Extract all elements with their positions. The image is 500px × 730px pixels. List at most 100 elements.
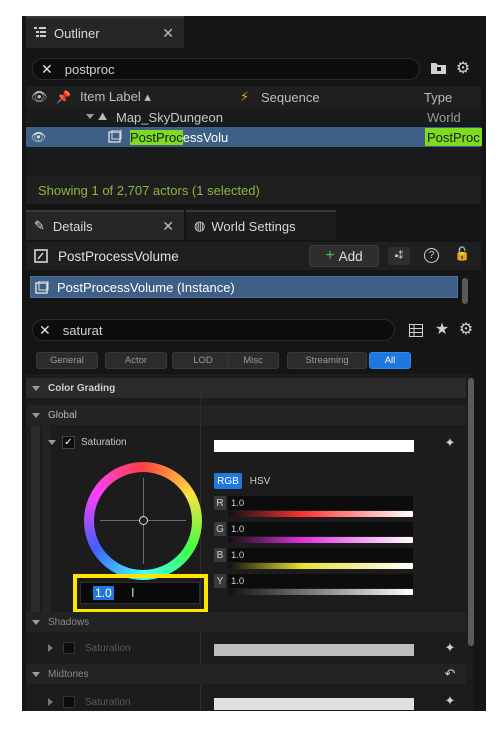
- collapse-arrow-icon[interactable]: [32, 671, 40, 677]
- tree-row-postprocess[interactable]: 👁 PostProcessVolu PostProc: [26, 127, 482, 147]
- sequence-icon: ⚡: [240, 89, 250, 104]
- component-label: PostProcessVolume (Instance): [57, 279, 235, 295]
- filter-lod[interactable]: LOD: [172, 352, 234, 369]
- gear-icon[interactable]: ⚙: [457, 319, 475, 339]
- plus-icon: +: [325, 247, 335, 264]
- status-text: Showing 1 of 2,707 actors (1 selected): [38, 182, 260, 198]
- add-button[interactable]: + Add: [309, 245, 379, 267]
- table-view-icon[interactable]: [408, 322, 424, 338]
- outliner-search-field[interactable]: ✕ postproc: [32, 58, 420, 80]
- property-label: Saturation: [81, 436, 127, 448]
- lock-icon[interactable]: 🔓: [454, 246, 470, 262]
- actor-name: PostProcessVolume: [58, 248, 179, 264]
- visibility-icon[interactable]: 👁: [31, 130, 46, 144]
- collapse-arrow-icon[interactable]: [32, 619, 40, 625]
- globe-icon: ◍: [194, 218, 206, 233]
- keyframe-icon[interactable]: ✦: [442, 640, 458, 656]
- tree-row-world[interactable]: ⛰ Map_SkyDungeon World: [26, 108, 481, 126]
- keyframe-icon[interactable]: ✦: [442, 435, 458, 451]
- channel-r-bar[interactable]: [228, 511, 413, 517]
- channel-r-label: R: [214, 496, 226, 510]
- saturation-color-swatch[interactable]: [214, 440, 414, 452]
- close-icon[interactable]: ✕: [162, 218, 174, 235]
- midtones-saturation-swatch[interactable]: [214, 698, 414, 710]
- channel-r-value[interactable]: 1.0: [228, 496, 413, 510]
- section-color-grading[interactable]: Color Grading: [26, 378, 466, 398]
- gear-icon[interactable]: ⚙: [454, 59, 472, 77]
- expand-arrow-icon[interactable]: [48, 698, 53, 706]
- mode-hsv-button[interactable]: HSV: [246, 473, 274, 489]
- override-checkbox[interactable]: [63, 642, 75, 654]
- filter-general[interactable]: General: [36, 352, 98, 369]
- expand-arrow-icon[interactable]: [86, 114, 94, 119]
- collapse-arrow-icon[interactable]: [32, 385, 40, 391]
- value-input[interactable]: 1.0 I: [80, 582, 200, 604]
- map-icon: ⛰: [98, 110, 108, 123]
- visibility-icon[interactable]: 👁: [31, 89, 48, 105]
- channel-y-value[interactable]: 1.0: [228, 574, 413, 588]
- column-type[interactable]: Type: [424, 90, 452, 105]
- volume-icon: [35, 280, 49, 297]
- details-scrollbar[interactable]: [468, 378, 474, 646]
- tree-row-label: PostProcessVolu: [130, 129, 229, 145]
- star-icon[interactable]: ★: [433, 319, 451, 339]
- component-row[interactable]: PostProcessVolume (Instance): [30, 276, 458, 298]
- filter-actor[interactable]: Actor: [105, 352, 167, 369]
- column-item-label[interactable]: Item Label ▴: [80, 89, 151, 105]
- mode-rgb-button[interactable]: RGB: [214, 473, 242, 489]
- details-search-input[interactable]: saturat: [63, 323, 103, 338]
- tab-world-settings[interactable]: ◍ World Settings: [186, 210, 336, 240]
- pin-icon[interactable]: 📌: [56, 90, 71, 104]
- folder-icon[interactable]: [430, 60, 446, 76]
- clear-search-icon[interactable]: ✕: [41, 61, 53, 78]
- wheel-handle[interactable]: [139, 516, 148, 525]
- details-actor-header: PostProcessVolume + Add ▪⁑ ? 🔓: [26, 242, 481, 270]
- expand-arrow-icon[interactable]: [48, 644, 53, 652]
- outliner-column-header: 👁 📌 Item Label ▴ ⚡ Sequence Type: [26, 86, 481, 108]
- channel-b-value[interactable]: 1.0: [228, 548, 413, 562]
- reset-arrow-icon[interactable]: ↶: [442, 666, 458, 682]
- tab-details-label: Details: [52, 218, 93, 234]
- property-label: Saturation: [85, 696, 131, 708]
- volume-icon: [108, 129, 122, 146]
- tab-details[interactable]: ✎ Details ✕: [26, 210, 184, 240]
- details-search-field[interactable]: ✕ saturat: [32, 319, 395, 341]
- section-global[interactable]: Global: [26, 405, 466, 425]
- section-shadows[interactable]: Shadows: [26, 612, 466, 632]
- outliner-icon: [34, 26, 46, 41]
- tree-row-type: World: [427, 109, 461, 125]
- channel-y-bar[interactable]: [228, 589, 413, 595]
- channel-g-value[interactable]: 1.0: [228, 522, 413, 536]
- shadows-saturation-swatch[interactable]: [214, 644, 414, 656]
- editor-window: Outliner ✕ ✕ postproc ⚙ 👁 📌 Item Label ▴…: [22, 16, 486, 711]
- close-icon[interactable]: ✕: [162, 25, 174, 42]
- filter-misc[interactable]: Misc: [227, 352, 279, 369]
- help-icon[interactable]: ?: [424, 248, 439, 263]
- property-label: Saturation: [85, 642, 131, 654]
- keyframe-icon[interactable]: ✦: [442, 693, 458, 709]
- add-button-label: Add: [338, 248, 363, 264]
- component-scrollbar[interactable]: [462, 278, 468, 304]
- clear-search-icon[interactable]: ✕: [39, 322, 51, 339]
- tab-outliner-label: Outliner: [54, 25, 100, 41]
- channel-g-bar[interactable]: [228, 537, 413, 543]
- filter-all[interactable]: All: [369, 352, 411, 369]
- indent-bar: [31, 426, 40, 621]
- outliner-search-input[interactable]: postproc: [65, 62, 115, 77]
- property-shadows-saturation: Saturation: [48, 640, 198, 656]
- channel-y-label: Y: [214, 574, 226, 588]
- section-title: Midtones: [48, 668, 89, 680]
- filter-streaming[interactable]: Streaming: [287, 352, 367, 369]
- override-checkbox[interactable]: ✓: [62, 435, 75, 449]
- collapse-arrow-icon[interactable]: [48, 439, 56, 445]
- override-checkbox[interactable]: [63, 696, 75, 708]
- indent-bar: [42, 426, 50, 621]
- tree-row-label: Map_SkyDungeon: [116, 109, 223, 125]
- tab-outliner[interactable]: Outliner ✕: [26, 16, 184, 48]
- column-sequence[interactable]: Sequence: [261, 90, 320, 105]
- section-midtones[interactable]: Midtones: [26, 664, 466, 684]
- channel-b-bar[interactable]: [228, 563, 413, 569]
- blueprint-icon[interactable]: ▪⁑: [388, 247, 410, 265]
- column-divider: [200, 378, 201, 711]
- collapse-arrow-icon[interactable]: [32, 412, 40, 418]
